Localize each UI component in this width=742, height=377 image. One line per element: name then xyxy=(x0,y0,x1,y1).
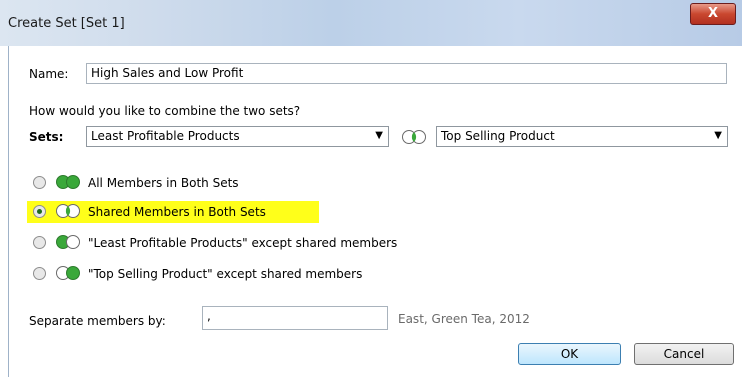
name-label: Name: xyxy=(29,67,69,81)
option-shared-members-label: Shared Members in Both Sets xyxy=(88,205,266,219)
ok-button[interactable]: OK xyxy=(518,343,621,365)
dialog-title: Create Set [Set 1] xyxy=(8,16,125,31)
venn-intersection-icon xyxy=(56,204,80,218)
create-set-dialog: Create Set [Set 1] X Name: High Sales an… xyxy=(0,0,742,377)
close-icon: X xyxy=(707,6,719,21)
close-button[interactable]: X xyxy=(690,3,736,25)
right-set-dropdown[interactable]: Top Selling Product ▼ xyxy=(436,126,728,147)
radio-all-members[interactable] xyxy=(33,176,46,189)
option-right-except-label: "Top Selling Product" except shared memb… xyxy=(88,267,363,281)
separator-input-value: , xyxy=(207,309,211,323)
venn-left-only-icon xyxy=(56,235,80,249)
title-bar: Create Set [Set 1] X xyxy=(0,0,742,46)
option-left-except-label: "Least Profitable Products" except share… xyxy=(88,236,398,250)
venn-union-icon xyxy=(56,175,80,189)
left-set-value: Least Profitable Products xyxy=(91,129,240,143)
combine-prompt: How would you like to combine the two se… xyxy=(29,104,301,118)
radio-right-except-shared[interactable] xyxy=(33,267,46,280)
separator-example: East, Green Tea, 2012 xyxy=(398,312,530,326)
chevron-down-icon: ▼ xyxy=(375,130,383,141)
left-set-dropdown[interactable]: Least Profitable Products ▼ xyxy=(86,126,389,147)
separator-input[interactable]: , xyxy=(202,306,388,330)
dialog-body: Name: High Sales and Low Profit How woul… xyxy=(8,46,742,377)
right-set-value: Top Selling Product xyxy=(441,129,555,143)
name-input-value: High Sales and Low Profit xyxy=(91,66,244,80)
sets-label: Sets: xyxy=(29,130,64,144)
radio-left-except-shared[interactable] xyxy=(33,236,46,249)
separator-label: Separate members by: xyxy=(29,314,166,328)
option-all-members-label: All Members in Both Sets xyxy=(88,176,239,190)
chevron-down-icon: ▼ xyxy=(714,130,722,141)
venn-right-only-icon xyxy=(56,266,80,280)
radio-shared-members[interactable] xyxy=(33,205,46,218)
name-input[interactable]: High Sales and Low Profit xyxy=(86,63,727,84)
venn-intersection-icon xyxy=(402,130,426,144)
cancel-button[interactable]: Cancel xyxy=(634,343,734,365)
